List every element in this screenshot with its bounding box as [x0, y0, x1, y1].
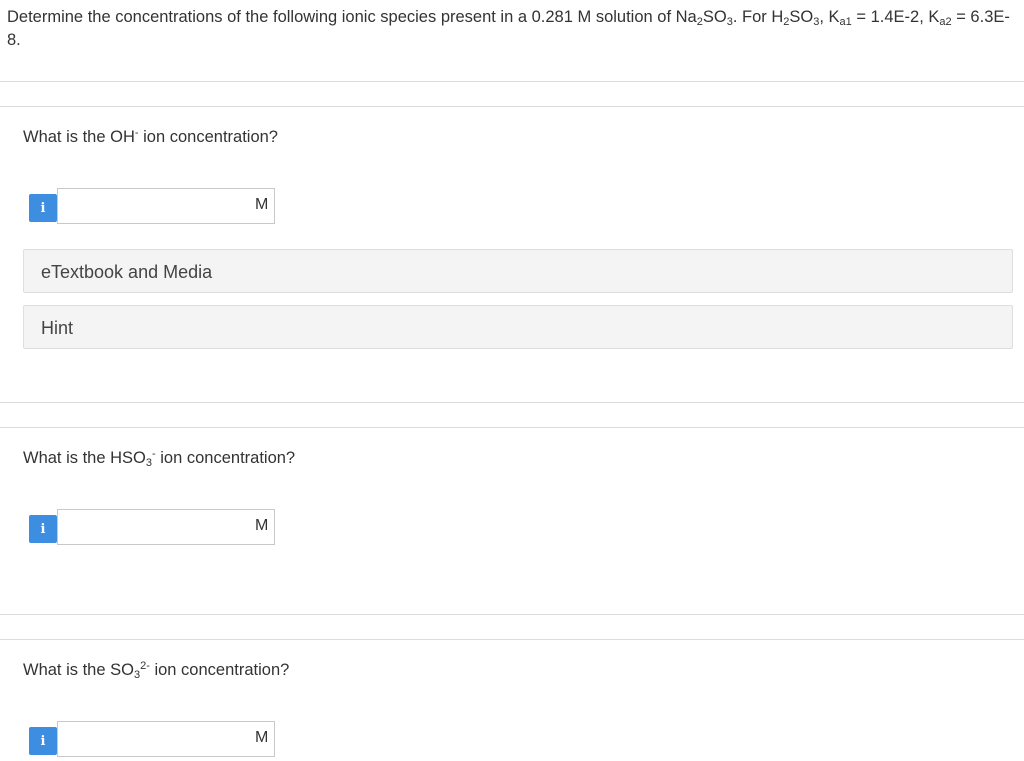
question-text: ion concentration?	[138, 128, 278, 146]
problem-text: = 1.4E-2, K	[851, 8, 940, 26]
superscript: 2-	[140, 660, 150, 672]
question-so3-label: What is the SO32- ion concentration?	[23, 660, 290, 681]
unit-label: M	[255, 517, 269, 534]
question-text: ion concentration?	[149, 661, 290, 679]
unit-label: M	[255, 196, 269, 213]
so3-concentration-input[interactable]	[57, 721, 275, 757]
question-text: What is the HSO	[23, 449, 146, 467]
question-hso3-label: What is the HSO3- ion concentration?	[23, 449, 296, 469]
info-button[interactable]: i	[29, 515, 57, 543]
problem-statement: Determine the concentrations of the foll…	[7, 6, 1017, 52]
subscript: a1	[839, 16, 852, 28]
question-page: Determine the concentrations of the foll…	[0, 0, 1024, 761]
etextbook-media-label: eTextbook and Media	[41, 262, 213, 282]
divider	[0, 614, 1024, 615]
unit-label: M	[255, 729, 269, 746]
problem-text: SO	[789, 8, 814, 26]
problem-text: Determine the concentrations of the foll…	[7, 8, 697, 26]
info-icon: i	[40, 733, 46, 749]
divider	[0, 639, 1024, 640]
oh-concentration-input[interactable]	[57, 188, 275, 224]
divider	[0, 81, 1024, 82]
hint-button[interactable]: Hint	[23, 305, 1013, 349]
divider	[0, 106, 1024, 107]
problem-text: . For H	[732, 8, 784, 26]
info-icon: i	[40, 200, 46, 216]
divider	[0, 427, 1024, 428]
hso3-concentration-input[interactable]	[57, 509, 275, 545]
info-icon: i	[40, 521, 46, 537]
etextbook-media-button[interactable]: eTextbook and Media	[23, 249, 1013, 293]
divider	[0, 402, 1024, 403]
question-oh-label: What is the OH- ion concentration?	[23, 128, 278, 147]
info-button[interactable]: i	[29, 194, 57, 222]
info-button[interactable]: i	[29, 727, 57, 755]
subscript: a2	[939, 16, 952, 28]
hint-label: Hint	[41, 318, 74, 338]
problem-text: , K	[819, 8, 840, 26]
question-text: ion concentration?	[155, 449, 296, 467]
problem-text: SO	[702, 8, 727, 26]
question-text: What is the OH	[23, 128, 135, 146]
question-text: What is the SO	[23, 661, 134, 679]
